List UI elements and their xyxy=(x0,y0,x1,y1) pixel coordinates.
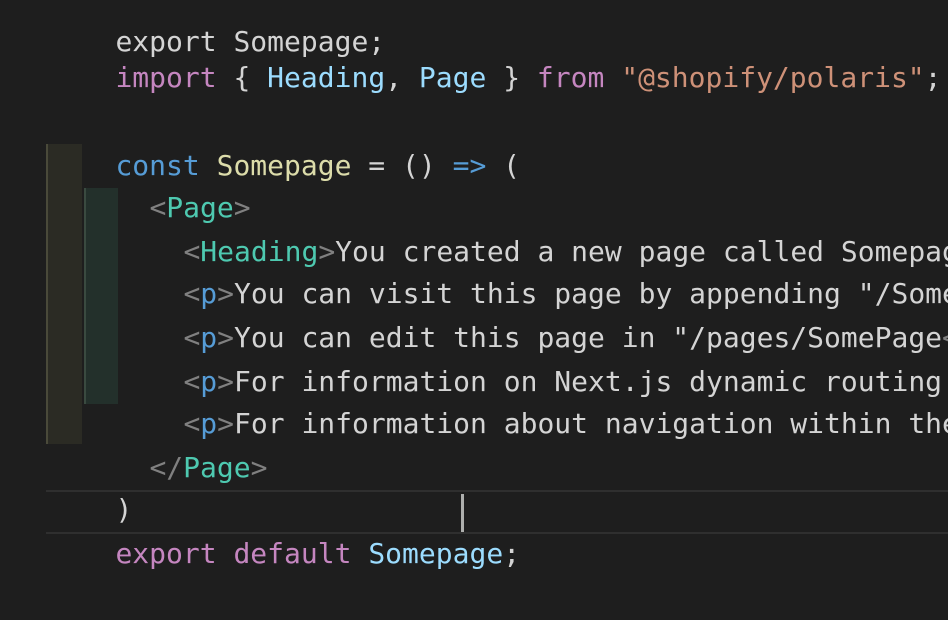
code-line-const: const Somepage = () => ( xyxy=(48,100,520,182)
comma: , xyxy=(385,61,419,94)
jsx-text: For information about navigation within … xyxy=(234,407,948,440)
keyword-default: default xyxy=(233,537,352,570)
identifier-somepage: Somepage xyxy=(368,537,504,570)
code-editor[interactable]: export Somepage; import { Heading, Page … xyxy=(0,0,948,588)
code-line-p2: <p>You can edit this page in "/pages/Som… xyxy=(116,272,948,354)
semicolon: ; xyxy=(503,537,521,570)
tag-bracket: > xyxy=(250,451,268,484)
text-cursor xyxy=(461,494,464,532)
code-line-p3: <p>For information on Next.js dynamic ro… xyxy=(116,316,948,398)
arrow-operator: => xyxy=(452,149,487,182)
code-line-page-close: </Page> xyxy=(82,402,267,484)
tag-page: Page xyxy=(183,451,251,484)
keyword-export: export xyxy=(115,537,217,570)
code-line-heading: <Heading>You created a new page called S… xyxy=(116,186,948,268)
code-line-import: import { Heading, Page } from "@shopify/… xyxy=(48,12,941,94)
semicolon: ; xyxy=(924,61,942,94)
identifier-heading: Heading xyxy=(267,61,386,94)
code-line-p4: <p>For information about navigation with… xyxy=(116,358,948,440)
module-string: "@shopify/polaris" xyxy=(621,61,925,94)
code-line-p1: <p>You can visit this page by appending … xyxy=(116,228,948,310)
code-line-page-open: <Page> xyxy=(82,142,250,224)
identifier-page: Page xyxy=(418,61,487,94)
keyword-from: from xyxy=(536,61,605,94)
keyword-import: import xyxy=(115,61,217,94)
assignment: = () xyxy=(351,149,453,182)
tag-bracket: </ xyxy=(149,451,184,484)
code-line-export: export default Somepage; xyxy=(48,488,520,570)
brace-close: } xyxy=(486,61,537,94)
code-line-paren-close: ) xyxy=(48,444,132,526)
paren-open: ( xyxy=(486,149,521,182)
brace-open: { xyxy=(216,61,268,94)
